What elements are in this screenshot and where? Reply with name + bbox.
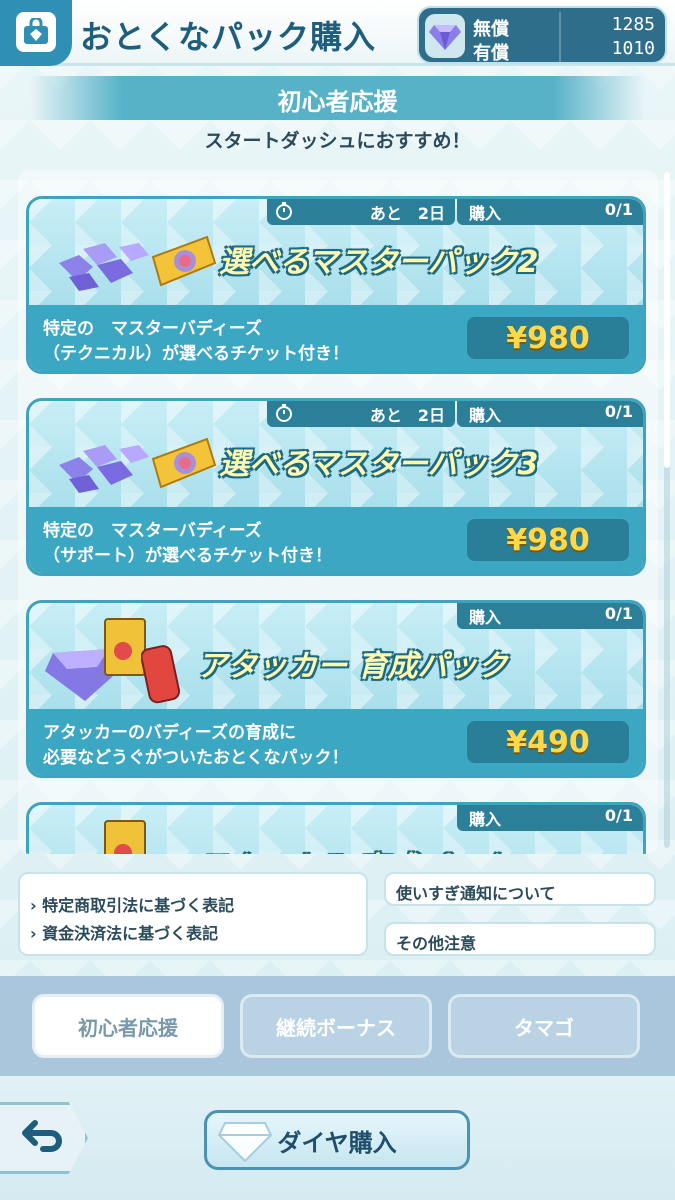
scrollbar-thumb[interactable] — [664, 172, 670, 468]
pack-desc-line: 必要などうぐがついたおとくなパック！ — [43, 748, 349, 768]
page-title: おとくなパック購入 — [80, 18, 377, 56]
diamond-icon — [425, 14, 465, 58]
buy-count: 0/1 — [604, 604, 633, 623]
timer-tag: あと 2日 — [267, 199, 455, 225]
pack-desc-line: 特定の マスターバディーズ — [43, 521, 262, 541]
header-icon-box — [0, 0, 72, 66]
pack-desc-line: （テクニカル）が選べるチケット付き！ — [43, 344, 349, 364]
tokutei-link[interactable]: › 特定商取引法に基づく表記 — [30, 892, 234, 916]
shikin-label: 資金決済法に基づく表記 — [42, 924, 219, 943]
pack-card[interactable]: あと 2日 購入 0/1 選べるマスターパック3 特定の マスターバディーズ （… — [26, 398, 646, 576]
pack-list[interactable]: あと 2日 購入 0/1 選べるマスターパック2 特定の マスターバディーズ （… — [18, 170, 658, 854]
buy-limit-tag: 購入 0/1 — [457, 805, 643, 831]
timer-tag: あと 2日 — [267, 401, 455, 427]
pack-card[interactable]: 購入 0/1 テクニカル 育成パック — [26, 802, 646, 854]
pack-card[interactable]: 購入 0/1 アタッカー 育成パック アタッカーのバディーズの育成に 必要などう… — [26, 600, 646, 778]
tab-continue-bonus[interactable]: 継続ボーナス — [240, 994, 432, 1058]
price-button[interactable]: ¥490 — [467, 721, 629, 763]
book-icon — [103, 819, 149, 854]
pack-description: アタッカーのバディーズの育成に 必要などうぐがついたおとくなパック！ — [43, 721, 463, 771]
section-subtitle: スタートダッシュにおすすめ！ — [204, 130, 471, 152]
price-button[interactable]: ¥980 — [467, 519, 629, 561]
tab-egg[interactable]: タマゴ — [448, 994, 640, 1058]
diamond-purchase-label: ダイヤ購入 — [277, 1128, 397, 1157]
pack-title: アタッカー 育成パック — [197, 649, 508, 684]
ticket-icon — [149, 233, 219, 293]
stopwatch-icon — [275, 404, 293, 426]
buy-label: 購入 — [469, 406, 502, 425]
timer-text: あと 2日 — [369, 204, 445, 223]
buy-label: 購入 — [469, 204, 502, 223]
buy-label: 購入 — [469, 608, 502, 627]
shop-bag-icon — [16, 12, 56, 52]
buy-label: 購入 — [469, 810, 502, 829]
buy-limit-tag: 購入 0/1 — [457, 603, 643, 629]
currency-panel: 無償 1285 有償 1010 — [417, 6, 667, 64]
pack-description: 特定の マスターバディーズ （テクニカル）が選べるチケット付き！ — [43, 317, 463, 367]
other-notice-button[interactable]: その他注意 — [384, 922, 656, 956]
pack-card[interactable]: あと 2日 購入 0/1 選べるマスターパック2 特定の マスターバディーズ （… — [26, 196, 646, 374]
buy-count: 0/1 — [604, 402, 633, 421]
diamond-pile-icon — [49, 435, 159, 499]
section-title: 初心者応援 — [277, 88, 398, 116]
pack-desc-line: （サポート）が選べるチケット付き！ — [43, 546, 332, 566]
tokutei-label: 特定商取引法に基づく表記 — [42, 896, 235, 915]
free-value: 1285 — [611, 14, 655, 35]
paid-diamond-row: 有償 1010 — [473, 38, 655, 64]
buy-limit-tag: 購入 0/1 — [457, 199, 643, 225]
buy-count: 0/1 — [604, 200, 633, 219]
pack-description: 特定の マスターバディーズ （サポート）が選べるチケット付き！ — [43, 519, 463, 569]
pack-title: 選べるマスターパック2 — [219, 245, 539, 280]
diamond-outline-icon — [217, 1119, 273, 1169]
pack-desc-line: アタッカーのバディーズの育成に — [43, 723, 296, 743]
overuse-notice-button[interactable]: 使いすぎ通知について — [384, 872, 656, 906]
buy-count: 0/1 — [604, 806, 633, 825]
tab-beginner[interactable]: 初心者応援 — [32, 994, 224, 1058]
pack-title: テクニカル 育成パック — [197, 843, 507, 854]
free-diamond-row: 無償 1285 — [473, 14, 655, 40]
timer-text: あと 2日 — [369, 406, 445, 425]
back-arrow-icon — [21, 1119, 65, 1157]
diamond-pile-icon — [49, 233, 159, 297]
diamond-purchase-button[interactable]: ダイヤ購入 — [204, 1110, 470, 1170]
buy-limit-tag: 購入 0/1 — [457, 401, 643, 427]
price-button[interactable]: ¥980 — [467, 317, 629, 359]
pack-title: 選べるマスターパック3 — [219, 447, 539, 482]
legal-notices-box: › 特定商取引法に基づく表記 › 資金決済法に基づく表記 — [18, 872, 368, 956]
stopwatch-icon — [275, 202, 293, 224]
pack-desc-line: 特定の マスターバディーズ — [43, 319, 262, 339]
header: おとくなパック購入 無償 1285 有償 1010 — [0, 0, 675, 66]
paid-value: 1010 — [611, 38, 655, 59]
shikin-link[interactable]: › 資金決済法に基づく表記 — [30, 920, 218, 944]
can-icon — [140, 643, 181, 709]
paid-label: 有償 — [473, 43, 509, 64]
ticket-icon — [149, 435, 219, 495]
